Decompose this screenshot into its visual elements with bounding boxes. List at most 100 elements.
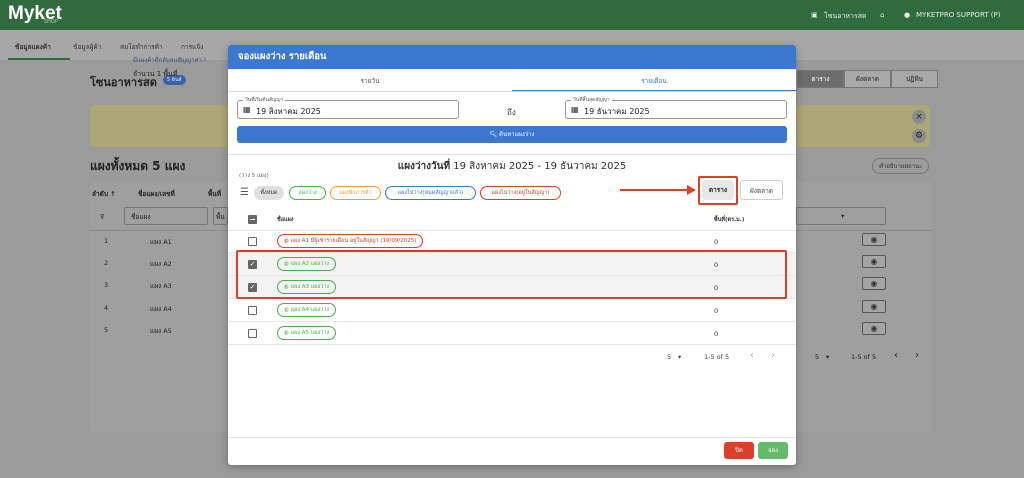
annotation-arrow bbox=[620, 189, 690, 191]
bg-next-page-icon[interactable]: › bbox=[915, 350, 919, 361]
chip-free[interactable]: แผงว่าง bbox=[289, 186, 326, 200]
view-eye-icon[interactable]: ◉ bbox=[862, 277, 886, 290]
app-logo-sub: SHOP bbox=[44, 19, 58, 25]
page-size-select[interactable]: 5 bbox=[667, 353, 671, 361]
table-row-name: แผง A5 bbox=[150, 327, 172, 335]
start-date-field[interactable]: วันที่เริ่มต้นสัญญา ▦ 19 สิงหาคม 2025 bbox=[237, 96, 459, 119]
start-date-label: วันที่เริ่มต้นสัญญา bbox=[243, 96, 286, 104]
nav-tab-notify[interactable]: การแจ้ง bbox=[181, 42, 203, 52]
col-area-sqm: พื้นที่(ตร.ม.) bbox=[714, 217, 745, 223]
filter-icon[interactable]: ☰ bbox=[240, 187, 249, 198]
filter-name-input[interactable]: ชื่อแผง bbox=[124, 207, 208, 225]
view-eye-icon[interactable]: ◉ bbox=[862, 233, 886, 246]
stall-count-heading: แผงทั้งหมด 5 แผง bbox=[90, 159, 186, 173]
tab-table[interactable]: ตาราง bbox=[797, 70, 844, 88]
filter-dropdown[interactable]: ▾ bbox=[796, 207, 886, 225]
annotation-arrow-head bbox=[687, 185, 696, 195]
col-area[interactable]: พื้นที่ bbox=[208, 189, 221, 199]
row-checkbox[interactable] bbox=[248, 329, 257, 338]
view-eye-icon[interactable]: ◉ bbox=[862, 255, 886, 268]
page-range: 1-5 of 5 bbox=[704, 353, 730, 361]
table-row-name: แผง A1 bbox=[150, 238, 172, 246]
app-header: Myket SHOP ▣ โซนอาหารสด ⌂ ● MYKETPRO SUP… bbox=[0, 0, 1024, 30]
free-count: (ว่าง 5 แผง) bbox=[239, 173, 269, 179]
table-row-no: 2 bbox=[104, 259, 109, 267]
table-row-no: 5 bbox=[104, 326, 109, 334]
stall-chip-label: แผง A1 มีผู้เช่ารายเดือน อยู่ในสัญญา (19… bbox=[290, 238, 417, 244]
col-sort[interactable]: ลำดับ ↑ bbox=[92, 189, 116, 199]
notice-detail: จำนวน 1 พื้นที่ bbox=[133, 70, 178, 78]
booking-modal: จองแผงว่าง รายเดือน รายวัน รายเดือน วันท… bbox=[228, 45, 796, 465]
nav-tab-vendors[interactable]: ข้อมูลผู้ค้า bbox=[73, 42, 101, 52]
search-button-label: ค้นหาแผงว่าง bbox=[499, 131, 535, 138]
bg-page-range: 1-5 of 5 bbox=[851, 353, 877, 361]
close-button[interactable]: ปิด bbox=[724, 442, 754, 459]
view-tabs: ตาราง ผังตลาด ปฏิทิน bbox=[797, 70, 938, 88]
search-free-stalls-button[interactable]: 🔍︎ ค้นหาแผงว่าง bbox=[237, 126, 787, 143]
tab-monthly[interactable]: รายเดือน bbox=[512, 70, 796, 92]
select-all-checkbox[interactable] bbox=[248, 215, 257, 224]
filter-area-input[interactable]: พื้น bbox=[213, 207, 228, 225]
chip-occupied[interactable]: แผงไม่ว่าง(อยู่ในสัญญา) bbox=[480, 186, 561, 200]
notice-title: มีแผงค้าที่กลับลบสัญญาค่า ! bbox=[133, 57, 207, 64]
home-icon[interactable]: ⌂ bbox=[880, 11, 884, 19]
bg-page-size[interactable]: 5 bbox=[815, 353, 819, 361]
gear-icon[interactable]: ⚙ bbox=[912, 129, 926, 143]
filter-icon[interactable]: ⊽ bbox=[100, 213, 105, 221]
stall-chip-label: แผง A5 แผงว่าง bbox=[290, 330, 330, 336]
table-row-no: 1 bbox=[104, 237, 109, 245]
stall-chip-free[interactable]: ◍ แผง A5 แผงว่าง bbox=[277, 326, 337, 340]
col-stall-name: ชื่อแผง bbox=[277, 217, 294, 223]
table-row-name: แผง A3 bbox=[150, 282, 172, 290]
user-name[interactable]: MYKETPRO SUPPORT (P) bbox=[916, 11, 1000, 19]
bg-page-size-caret[interactable]: ▾ bbox=[826, 353, 829, 361]
status-help-button[interactable]: คำอธิบายสถานะ bbox=[872, 158, 930, 174]
bg-prev-page-icon[interactable]: ‹ bbox=[894, 350, 898, 361]
view-eye-icon[interactable]: ◉ bbox=[862, 322, 886, 335]
search-icon: 🔍︎ bbox=[489, 131, 500, 138]
calendar-icon: ▦ bbox=[571, 105, 579, 114]
table-row-no: 4 bbox=[104, 304, 109, 312]
modal-title: จองแผงว่าง รายเดือน bbox=[228, 45, 796, 69]
next-page-icon[interactable]: › bbox=[771, 350, 775, 361]
end-date-value: 19 ธันวาคม 2025 bbox=[584, 107, 650, 116]
end-date-label: วันที่สิ้นสุดสัญญา bbox=[571, 96, 612, 104]
prev-page-icon[interactable]: ‹ bbox=[750, 350, 754, 361]
view-eye-icon[interactable]: ◉ bbox=[862, 300, 886, 313]
tab-daily[interactable]: รายวัน bbox=[228, 70, 512, 92]
chip-expired[interactable]: แผงไม่ว่าง(หมดสัญญาแล้ว) bbox=[385, 186, 476, 200]
nav-tab-stalls[interactable]: ข้อมูลแผงค้า bbox=[15, 42, 51, 52]
stall-area: 0 bbox=[714, 307, 719, 315]
book-button[interactable]: จอง bbox=[758, 442, 788, 459]
start-date-value: 19 สิงหาคม 2025 bbox=[256, 107, 321, 116]
availability-heading-range: 19 สิงหาคม 2025 - 19 ธันวาคม 2025 bbox=[453, 161, 627, 172]
stall-chip-free[interactable]: ◍ แผง A4 แผงว่าง bbox=[277, 303, 337, 317]
chip-all[interactable]: ทั้งหมด bbox=[254, 186, 284, 200]
availability-heading: แผงว่างวันที่ 19 สิงหาคม 2025 - 19 ธันวา… bbox=[228, 159, 796, 174]
stall-area: 0 bbox=[714, 330, 719, 338]
table-row-name: แผง A2 bbox=[150, 260, 172, 268]
table-row-no: 3 bbox=[104, 281, 109, 289]
nav-tab-trade[interactable]: สมโอทำการค้า bbox=[120, 42, 163, 52]
view-map-button[interactable]: ผังตลาด bbox=[740, 180, 783, 200]
row-checkbox[interactable] bbox=[248, 306, 257, 315]
stall-chip-occupied[interactable]: ◍ แผง A1 มีผู้เช่ารายเดือน อยู่ในสัญญา (… bbox=[277, 234, 424, 248]
row-checkbox[interactable] bbox=[248, 237, 257, 246]
close-icon[interactable]: × bbox=[912, 110, 926, 124]
availability-heading-label: แผงว่างวันที่ bbox=[397, 161, 451, 172]
store-icon[interactable]: ▣ bbox=[811, 11, 818, 19]
end-date-field[interactable]: วันที่สิ้นสุดสัญญา ▦ 19 ธันวาคม 2025 bbox=[565, 96, 787, 119]
chip-suspended[interactable]: แผงพักการค้า bbox=[330, 186, 381, 200]
annotation-box-table-button bbox=[698, 176, 738, 205]
col-stall-name[interactable]: ชื่อแผง/เลขที่ bbox=[138, 189, 175, 199]
calendar-icon: ▦ bbox=[243, 105, 251, 114]
store-name[interactable]: โซนอาหารสด bbox=[824, 11, 867, 22]
user-icon: ● bbox=[904, 11, 911, 19]
to-label: ถึง bbox=[507, 108, 516, 117]
table-row-name: แผง A4 bbox=[150, 305, 172, 313]
chevron-down-icon[interactable]: ▾ bbox=[678, 353, 681, 361]
tab-map[interactable]: ผังตลาด bbox=[844, 70, 891, 88]
annotation-box-selected-rows bbox=[236, 250, 787, 299]
stall-area: 0 bbox=[714, 238, 719, 246]
tab-calendar[interactable]: ปฏิทิน bbox=[891, 70, 938, 88]
